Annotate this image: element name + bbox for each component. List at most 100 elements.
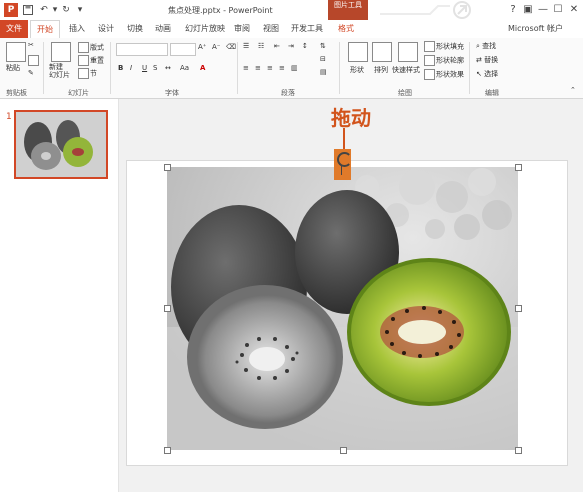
- section-icon: [78, 68, 89, 79]
- shape-fill-button[interactable]: 形状填充: [424, 41, 464, 52]
- slide-number: 1: [6, 112, 12, 122]
- resize-handle-top-right[interactable]: [515, 164, 522, 171]
- tab-file[interactable]: 文件: [0, 20, 28, 38]
- grow-font-icon[interactable]: A⁺: [198, 43, 206, 51]
- shrink-font-icon[interactable]: A⁻: [212, 43, 220, 51]
- columns-icon[interactable]: ▥: [291, 64, 298, 72]
- text-direction-icon[interactable]: ⇅: [320, 42, 326, 50]
- group-separator: [237, 42, 238, 94]
- align-left-icon[interactable]: ≡: [243, 64, 249, 72]
- tab-home[interactable]: 开始: [30, 20, 60, 39]
- underline-button[interactable]: U: [142, 64, 147, 72]
- kiwi-photo[interactable]: [167, 167, 518, 450]
- undo-icon[interactable]: ↶: [38, 3, 50, 17]
- powerpoint-logo-icon: P: [4, 3, 18, 17]
- copy-icon[interactable]: [28, 55, 40, 66]
- section-button[interactable]: 节: [78, 68, 97, 79]
- tab-review[interactable]: 审阅: [234, 23, 250, 34]
- clipboard-group-label: 剪贴板: [6, 89, 27, 97]
- collapse-ribbon-icon[interactable]: ⌃: [570, 86, 576, 94]
- shape-outline-icon: [424, 55, 435, 66]
- clear-format-icon[interactable]: ⌫: [226, 43, 236, 51]
- maximize-button[interactable]: ☐: [551, 3, 565, 17]
- editing-group-label: 编辑: [485, 89, 499, 97]
- help-button[interactable]: ?: [506, 3, 520, 17]
- font-size-combobox[interactable]: [170, 43, 196, 56]
- format-painter-icon[interactable]: ✎: [28, 69, 34, 77]
- char-spacing-icon[interactable]: ↔: [165, 64, 171, 72]
- minimize-button[interactable]: —: [536, 3, 550, 17]
- font-name-combobox[interactable]: [116, 43, 168, 56]
- close-button[interactable]: ✕: [567, 3, 581, 17]
- redo-icon[interactable]: ↻: [60, 3, 72, 17]
- line-spacing-icon[interactable]: ↕: [302, 42, 308, 50]
- italic-button[interactable]: I: [130, 64, 132, 72]
- resize-handle-bottom[interactable]: [340, 447, 347, 454]
- font-group-label: 字体: [165, 89, 179, 97]
- tab-developer[interactable]: 开发工具: [291, 23, 323, 34]
- font-color-icon[interactable]: A: [200, 64, 205, 72]
- account-name[interactable]: Microsoft 帐户: [508, 23, 563, 34]
- shapes-icon[interactable]: [348, 42, 368, 62]
- resize-handle-bottom-right[interactable]: [515, 447, 522, 454]
- tab-view[interactable]: 视图: [263, 23, 279, 34]
- tab-transitions[interactable]: 切换: [127, 23, 143, 34]
- save-icon[interactable]: [22, 3, 34, 17]
- select-icon: ↖: [476, 70, 485, 78]
- replace-icon: ⇄: [476, 56, 485, 64]
- resize-handle-top-left[interactable]: [164, 164, 171, 171]
- replace-button[interactable]: ⇄ 替换: [476, 55, 498, 65]
- tab-insert[interactable]: 插入: [69, 23, 85, 34]
- quick-styles-button[interactable]: 快速样式: [392, 65, 420, 75]
- decrease-indent-icon[interactable]: ⇤: [274, 42, 280, 50]
- align-text-icon[interactable]: ⊟: [320, 55, 326, 63]
- bullets-icon[interactable]: ☰: [243, 42, 249, 50]
- resize-handle-bottom-left[interactable]: [164, 447, 171, 454]
- strikethrough-button[interactable]: S: [153, 64, 157, 72]
- paste-icon[interactable]: [6, 42, 26, 62]
- customize-qat-icon[interactable]: ▾: [75, 3, 85, 17]
- layout-button[interactable]: 版式: [78, 42, 104, 53]
- shape-fill-icon: [424, 41, 435, 52]
- rotate-handle-icon[interactable]: [337, 152, 352, 167]
- tab-animations[interactable]: 动画: [155, 23, 171, 34]
- reset-icon: [78, 55, 89, 66]
- resize-handle-left[interactable]: [164, 305, 171, 312]
- align-center-icon[interactable]: ≡: [255, 64, 261, 72]
- slide-thumbnail[interactable]: [14, 110, 108, 179]
- ribbon: 粘贴 ✂ ✎ 剪贴板 新建 幻灯片 版式 重置 节 幻灯片 A⁺ A⁻ ⌫ B …: [0, 38, 583, 99]
- case-button[interactable]: Aa: [180, 64, 189, 72]
- numbering-icon[interactable]: ☷: [258, 42, 264, 50]
- title-bar: P ↶ ▾ ↻ ▾ 焦点处理.pptx - PowerPoint 图片工具 ? …: [0, 0, 583, 20]
- increase-indent-icon[interactable]: ⇥: [288, 42, 294, 50]
- tab-format[interactable]: 格式: [338, 23, 354, 34]
- smartart-icon[interactable]: ▤: [320, 68, 327, 76]
- select-button[interactable]: ↖ 选择: [476, 69, 498, 79]
- shape-effects-icon: [424, 69, 435, 80]
- arrange-icon[interactable]: [372, 42, 392, 62]
- arrange-button[interactable]: 排列: [374, 65, 388, 75]
- align-right-icon[interactable]: ≡: [267, 64, 273, 72]
- group-separator: [469, 42, 470, 94]
- new-slide-icon[interactable]: [51, 42, 71, 62]
- find-button[interactable]: ⌕ 查找: [476, 41, 496, 51]
- annotation-pointer-line: [343, 128, 345, 150]
- layout-icon: [78, 42, 89, 53]
- paste-button[interactable]: 粘贴: [6, 63, 20, 73]
- shape-outline-button[interactable]: 形状轮廓: [424, 55, 464, 66]
- bold-button[interactable]: B: [118, 64, 123, 72]
- shape-effects-button[interactable]: 形状效果: [424, 69, 464, 80]
- ribbon-display-options-icon[interactable]: ▣: [521, 3, 535, 17]
- tab-slideshow[interactable]: 幻灯片放映: [185, 23, 225, 34]
- cut-icon[interactable]: ✂: [28, 41, 34, 49]
- tab-design[interactable]: 设计: [98, 23, 114, 34]
- rotate-handle-stem: [341, 165, 342, 175]
- quick-styles-icon[interactable]: [398, 42, 418, 62]
- paragraph-group-label: 段落: [281, 89, 295, 97]
- justify-icon[interactable]: ≡: [279, 64, 285, 72]
- shapes-button[interactable]: 形状: [350, 65, 364, 75]
- reset-button[interactable]: 重置: [78, 55, 104, 66]
- resize-handle-right[interactable]: [515, 305, 522, 312]
- new-slide-button[interactable]: 新建 幻灯片: [49, 63, 70, 79]
- undo-dropdown-icon[interactable]: ▾: [51, 3, 59, 17]
